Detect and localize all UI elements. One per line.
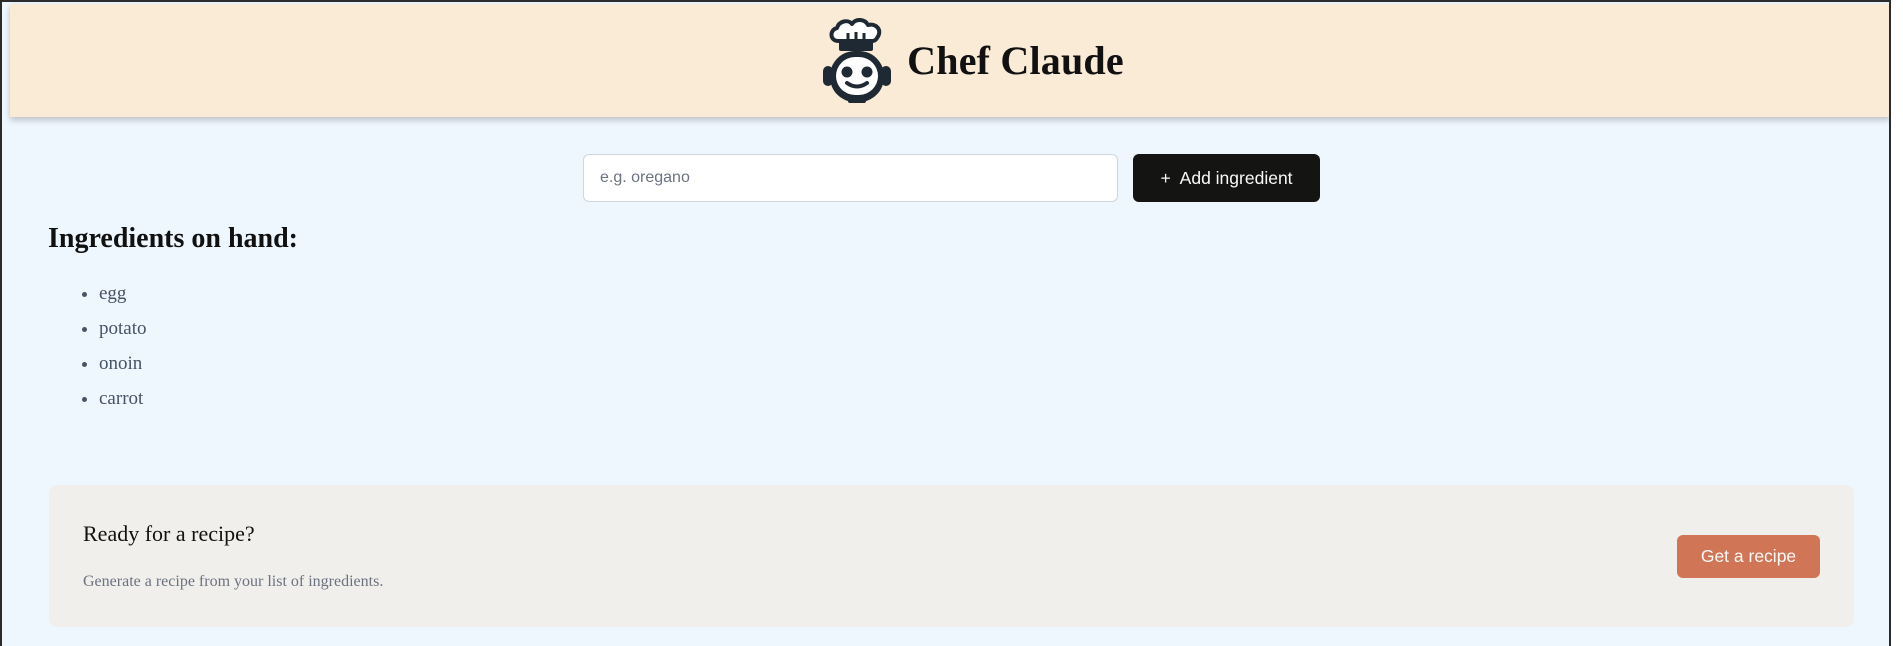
recipe-prompt-description: Generate a recipe from your list of ingr… (83, 573, 384, 590)
ingredient-item: carrot (99, 381, 298, 416)
ingredients-heading: Ingredients on hand: (48, 223, 299, 254)
recipe-prompt-title: Ready for a recipe? (83, 521, 255, 546)
add-ingredient-label: Add ingredient (1179, 167, 1293, 188)
chef-hat-robot-icon (821, 17, 893, 103)
ingredients-list: egg potato onoin carrot (48, 276, 298, 416)
ingredient-item: egg (99, 276, 298, 311)
recipe-prompt-card: Ready for a recipe? Generate a recipe fr… (49, 485, 1854, 627)
app-window: Chef Claude + Add ingredient Ingredients… (0, 0, 1891, 646)
plus-icon: + (1160, 167, 1171, 188)
ingredient-input[interactable] (583, 154, 1118, 202)
ingredient-item: potato (99, 311, 298, 346)
add-ingredient-button[interactable]: + Add ingredient (1133, 154, 1320, 202)
ingredient-item: onoin (99, 346, 298, 381)
get-recipe-button[interactable]: Get a recipe (1677, 535, 1820, 578)
add-ingredient-form: + Add ingredient (583, 154, 1320, 202)
app-header: Chef Claude (10, 4, 1889, 117)
app-title: Chef Claude (907, 37, 1124, 83)
brand: Chef Claude (821, 17, 1124, 103)
ingredients-section: Ingredients on hand: egg potato onoin ca… (48, 223, 298, 416)
